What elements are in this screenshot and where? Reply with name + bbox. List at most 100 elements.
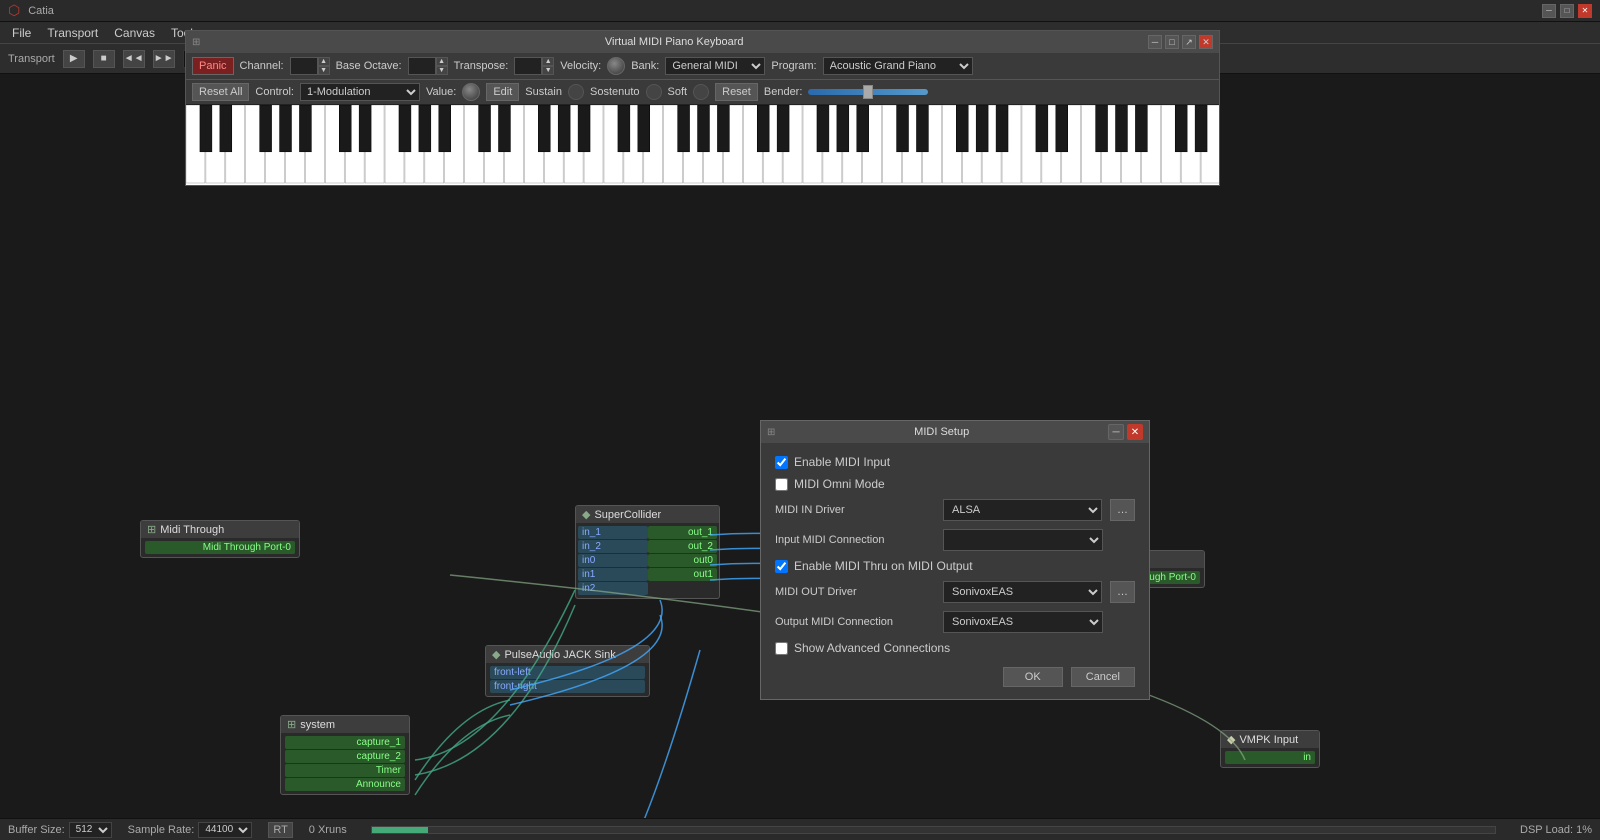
dialog-cancel-btn[interactable]: Cancel bbox=[1071, 667, 1135, 687]
system-capture-2[interactable]: capture_2 bbox=[285, 750, 405, 763]
base-octave-up-btn[interactable]: ▲ bbox=[436, 57, 448, 66]
transpose-down-btn[interactable]: ▼ bbox=[542, 66, 554, 75]
midi-in-driver-row: MIDI IN Driver ALSA … bbox=[775, 499, 1135, 521]
menu-transport[interactable]: Transport bbox=[39, 24, 106, 42]
piano-keyboard[interactable] bbox=[186, 105, 1219, 185]
base-octave-spinbox[interactable]: 2 ▲ ▼ bbox=[408, 57, 448, 75]
output-midi-connection-label: Output MIDI Connection bbox=[775, 616, 935, 628]
edit-button[interactable]: Edit bbox=[486, 83, 519, 101]
channel-input[interactable]: 1 bbox=[290, 57, 318, 75]
sostenuto-toggle[interactable] bbox=[646, 84, 662, 100]
midi-through-1-port-0[interactable]: Midi Through Port-0 bbox=[145, 541, 295, 554]
input-midi-connection-select[interactable] bbox=[943, 529, 1103, 551]
transpose-spinbox[interactable]: 0 ▲ ▼ bbox=[514, 57, 554, 75]
value-label: Value: bbox=[426, 86, 456, 98]
midi-in-driver-label: MIDI IN Driver bbox=[775, 504, 935, 516]
buffer-size-select[interactable]: 512 bbox=[69, 822, 112, 838]
xruns-label: 0 Xruns bbox=[309, 824, 347, 836]
app-maximize-btn[interactable]: □ bbox=[1560, 4, 1574, 18]
velocity-knob[interactable] bbox=[607, 57, 625, 75]
midi-setup-content: Enable MIDI Input MIDI Omni Mode MIDI IN… bbox=[761, 443, 1149, 699]
midi-in-driver-select[interactable]: ALSA bbox=[943, 499, 1102, 521]
panic-button[interactable]: Panic bbox=[192, 57, 234, 75]
midi-toolbar-row2: Reset All Control: 1-Modulation Value: E… bbox=[186, 80, 1219, 105]
control-select[interactable]: 1-Modulation bbox=[300, 83, 420, 101]
sc-port-in1[interactable]: in_1 bbox=[578, 526, 648, 539]
midi-setup-icon: ⊞ bbox=[767, 427, 775, 438]
node-pulse-sink[interactable]: ◆ PulseAudio JACK Sink front-left front-… bbox=[485, 645, 650, 697]
sample-rate-item: Sample Rate: 44100 bbox=[128, 822, 253, 838]
menu-file[interactable]: File bbox=[4, 24, 39, 42]
pulse-sink-front-right[interactable]: front-right bbox=[490, 680, 645, 693]
sample-rate-select[interactable]: 44100 bbox=[198, 822, 252, 838]
buffer-size-label: Buffer Size: bbox=[8, 824, 65, 836]
bender-slider[interactable] bbox=[808, 89, 928, 95]
bender-handle[interactable] bbox=[863, 85, 873, 99]
output-midi-connection-select[interactable]: SonivoxEAS bbox=[943, 611, 1103, 633]
output-midi-connection-row: Output MIDI Connection SonivoxEAS bbox=[775, 611, 1135, 633]
reset-button[interactable]: Reset bbox=[715, 83, 758, 101]
program-select[interactable]: Acoustic Grand Piano bbox=[823, 57, 973, 75]
system-announce[interactable]: Announce bbox=[285, 778, 405, 791]
bank-select[interactable]: General MIDI bbox=[665, 57, 765, 75]
transport-rewind-btn[interactable]: ◄◄ bbox=[123, 50, 145, 68]
transport-fast-forward-btn[interactable]: ►► bbox=[153, 50, 175, 68]
app-close-btn[interactable]: ✕ bbox=[1578, 4, 1592, 18]
node-system-input-title: ⊞ system bbox=[281, 716, 409, 733]
transpose-up-btn[interactable]: ▲ bbox=[542, 57, 554, 66]
transport-play-btn[interactable]: ▶ bbox=[63, 50, 85, 68]
sustain-toggle[interactable] bbox=[568, 84, 584, 100]
transpose-input[interactable]: 0 bbox=[514, 57, 542, 75]
sc-port-in2b[interactable]: in2 bbox=[578, 582, 648, 595]
enable-midi-thru-label: Enable MIDI Thru on MIDI Output bbox=[794, 559, 973, 573]
enable-midi-thru-checkbox[interactable] bbox=[775, 560, 788, 573]
channel-up-btn[interactable]: ▲ bbox=[318, 57, 330, 66]
midi-setup-minimize-btn[interactable]: ─ bbox=[1108, 424, 1124, 440]
node-supercollider[interactable]: ◆ SuperCollider in_1 in_2 in0 in1 in2 ou… bbox=[575, 505, 720, 599]
channel-spinbox[interactable]: 1 ▲ ▼ bbox=[290, 57, 330, 75]
status-bar: Buffer Size: 512 Sample Rate: 44100 RT 0… bbox=[0, 818, 1600, 840]
midi-keyboard-window: ⊞ Virtual MIDI Piano Keyboard ─ □ ↗ ✕ Pa… bbox=[185, 30, 1220, 186]
midi-through-1-label: Midi Through bbox=[160, 524, 224, 536]
midi-kb-close-btn[interactable]: ✕ bbox=[1199, 35, 1213, 49]
midi-kb-minimize-btn[interactable]: ─ bbox=[1148, 35, 1162, 49]
midi-omni-mode-checkbox[interactable] bbox=[775, 478, 788, 491]
sc-port-out1[interactable]: out_1 bbox=[648, 526, 718, 539]
sc-port-in2[interactable]: in_2 bbox=[578, 540, 648, 553]
dialog-ok-btn[interactable]: OK bbox=[1003, 667, 1063, 687]
midi-kb-restore-btn[interactable]: ↗ bbox=[1182, 35, 1196, 49]
vmpk-icon: ◆ bbox=[1227, 733, 1235, 746]
channel-down-btn[interactable]: ▼ bbox=[318, 66, 330, 75]
midi-out-driver-select[interactable]: SonivoxEAS bbox=[943, 581, 1102, 603]
base-octave-input[interactable]: 2 bbox=[408, 57, 436, 75]
sc-port-in1b[interactable]: in1 bbox=[578, 568, 648, 581]
app-minimize-btn[interactable]: ─ bbox=[1542, 4, 1556, 18]
transport-stop-btn[interactable]: ■ bbox=[93, 50, 115, 68]
menu-canvas[interactable]: Canvas bbox=[106, 24, 163, 42]
vmpk-in-port[interactable]: in bbox=[1225, 751, 1315, 764]
node-midi-through-1[interactable]: ⊞ Midi Through Midi Through Port-0 bbox=[140, 520, 300, 558]
soft-toggle[interactable] bbox=[693, 84, 709, 100]
dialog-buttons: OK Cancel bbox=[775, 667, 1135, 687]
pulse-sink-front-left[interactable]: front-left bbox=[490, 666, 645, 679]
node-system-input[interactable]: ⊞ system capture_1 capture_2 Timer Annou… bbox=[280, 715, 410, 795]
value-knob[interactable] bbox=[462, 83, 480, 101]
sc-port-out2[interactable]: out_2 bbox=[648, 540, 718, 553]
show-advanced-row: Show Advanced Connections bbox=[775, 641, 1135, 655]
midi-in-browse-btn[interactable]: … bbox=[1110, 499, 1135, 521]
midi-out-browse-btn[interactable]: … bbox=[1110, 581, 1135, 603]
base-octave-down-btn[interactable]: ▼ bbox=[436, 66, 448, 75]
node-supercollider-title: ◆ SuperCollider bbox=[576, 506, 719, 523]
node-vmpk[interactable]: ◆ VMPK Input in bbox=[1220, 730, 1320, 768]
enable-midi-input-checkbox[interactable] bbox=[775, 456, 788, 469]
midi-setup-close-btn[interactable]: ✕ bbox=[1127, 424, 1143, 440]
show-advanced-checkbox[interactable] bbox=[775, 642, 788, 655]
sc-port-out0[interactable]: out0 bbox=[648, 554, 718, 567]
sc-port-in0[interactable]: in0 bbox=[578, 554, 648, 567]
reset-all-button[interactable]: Reset All bbox=[192, 83, 249, 101]
system-capture-1[interactable]: capture_1 bbox=[285, 736, 405, 749]
midi-kb-title: Virtual MIDI Piano Keyboard bbox=[200, 36, 1148, 48]
system-timer[interactable]: Timer bbox=[285, 764, 405, 777]
sc-port-out1b[interactable]: out1 bbox=[648, 568, 718, 581]
midi-kb-maximize-btn[interactable]: □ bbox=[1165, 35, 1179, 49]
